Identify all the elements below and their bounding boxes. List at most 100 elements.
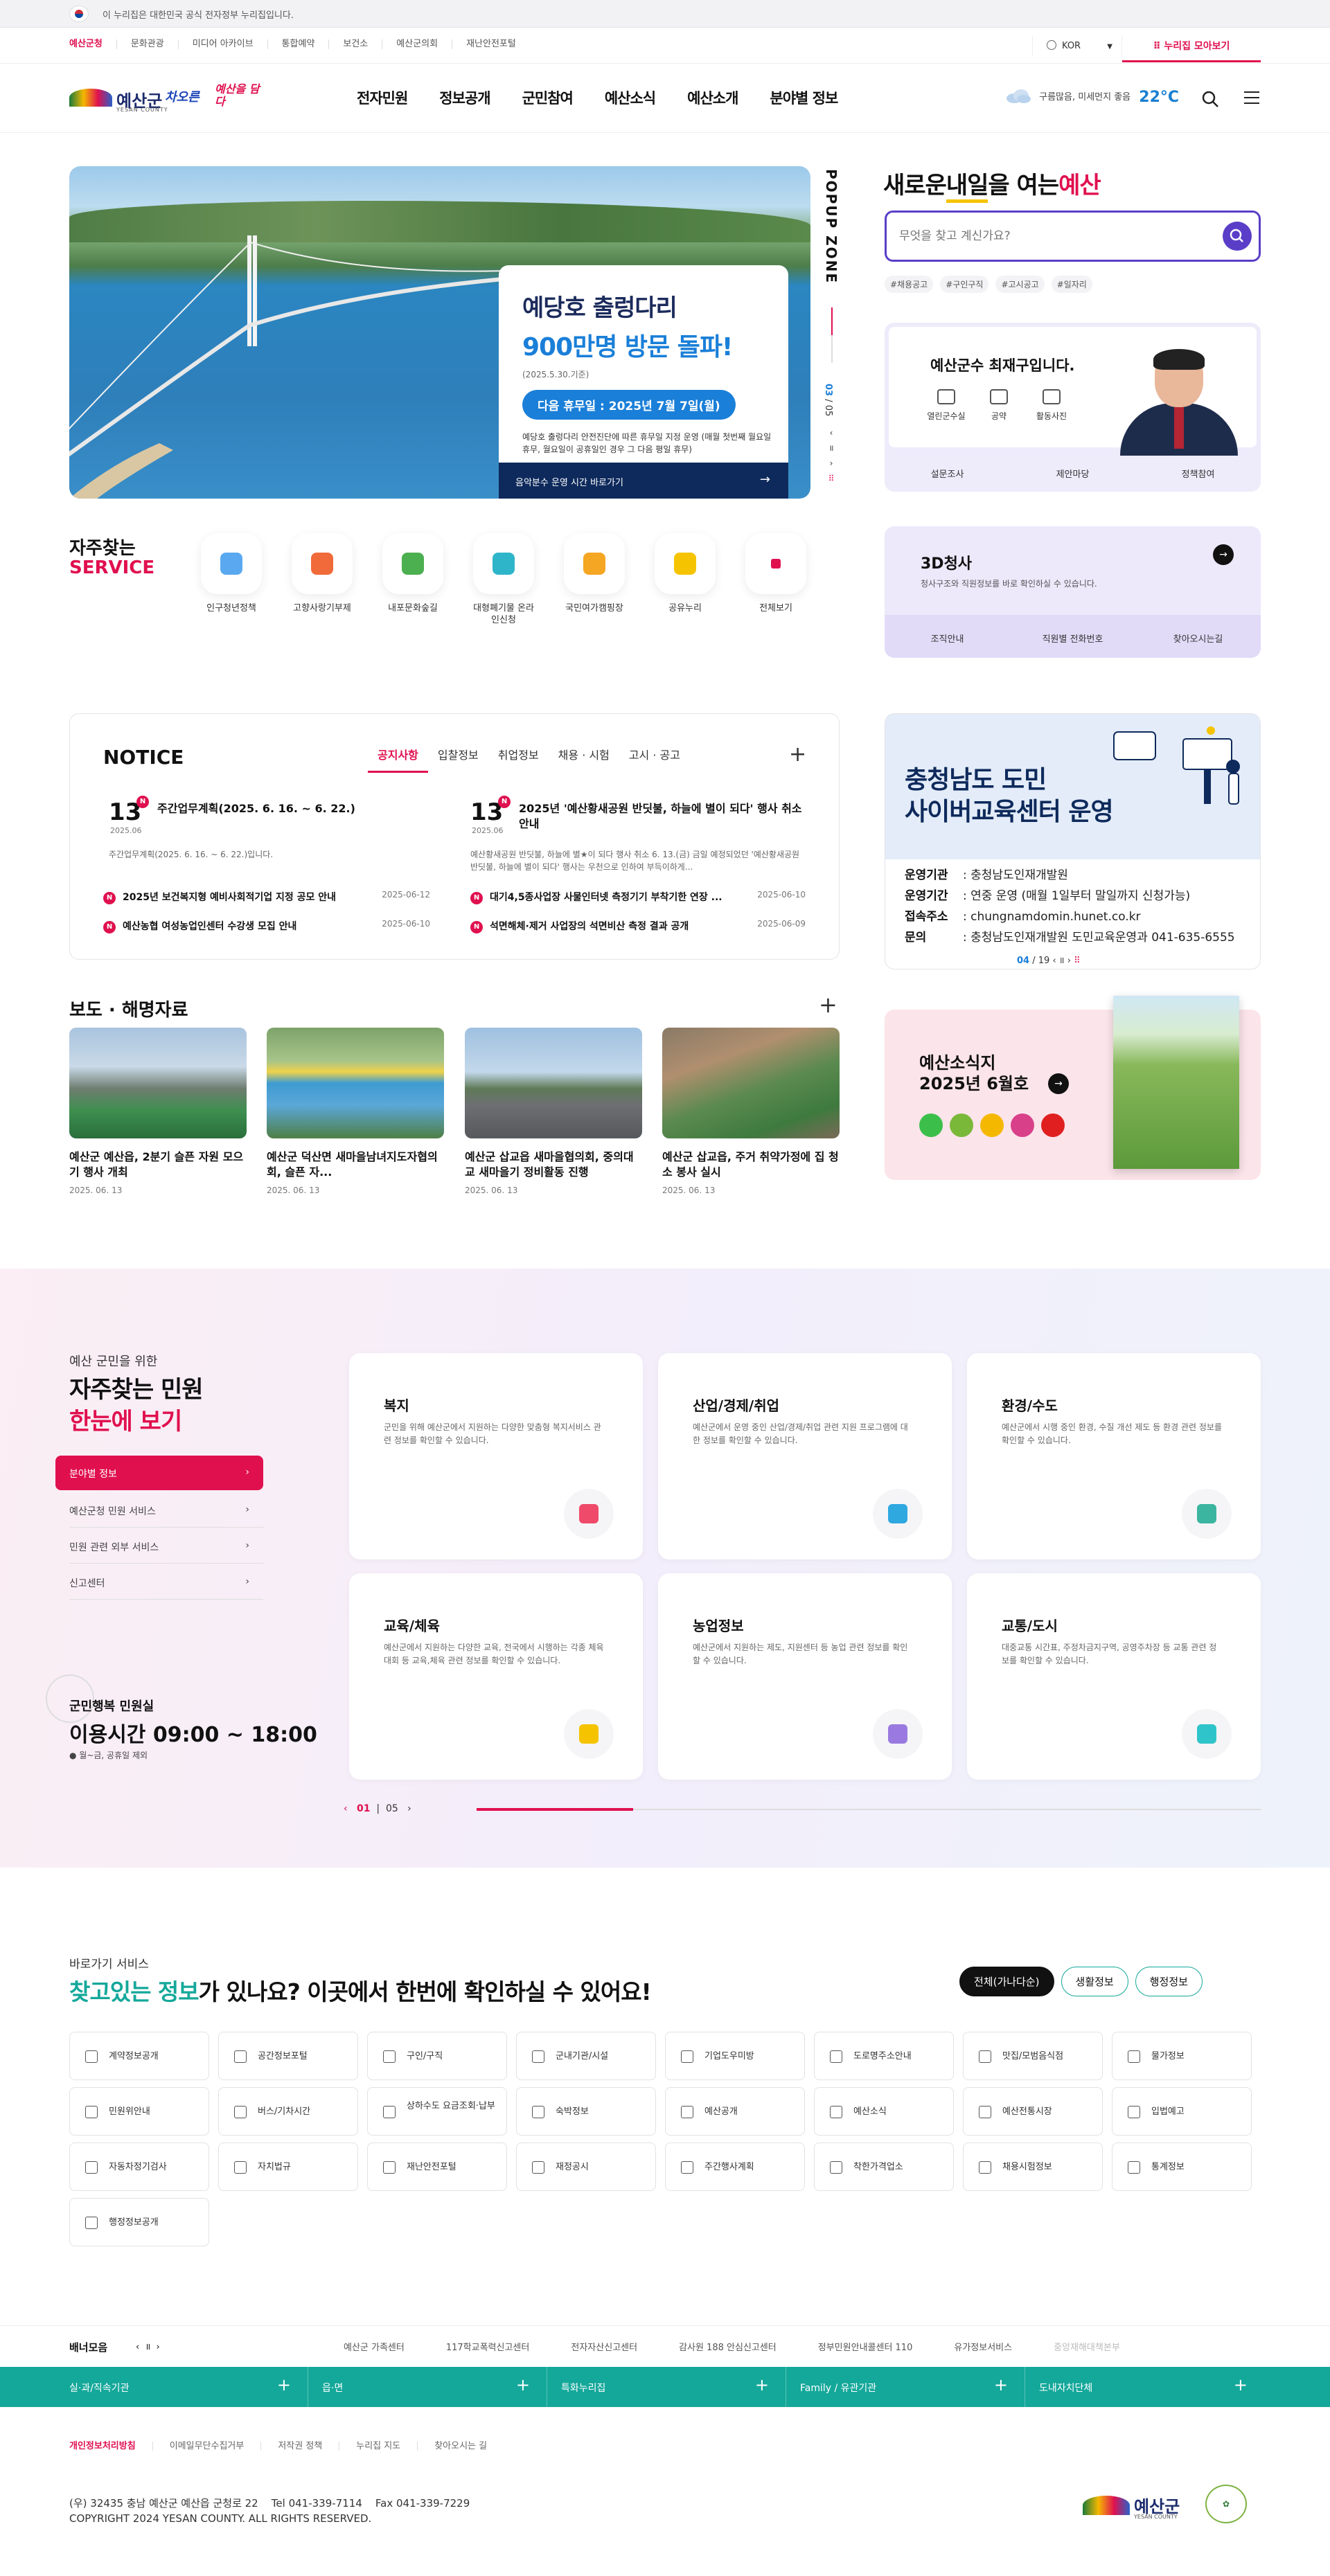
chevron-right-icon[interactable]: ›	[824, 456, 838, 471]
press-item[interactable]: 예산군 덕산면 새마을남녀지도자협의회, 슬픈 자... 2025. 06. 1…	[267, 1028, 444, 1195]
footer-link[interactable]: 누리집 지도	[339, 2442, 417, 2451]
related-sites-dropdown[interactable]: 특화누리집 +	[547, 2367, 786, 2407]
civil-card[interactable]: 복지 군민을 위해 예산군에서 지원하는 다양한 맞춤형 복지서비스 관련 정보를…	[349, 1353, 643, 1559]
chevron-right-icon[interactable]: ›	[407, 1803, 411, 1814]
civil-menu-selected[interactable]: 분야별 정보 ›	[55, 1456, 263, 1490]
chevron-left-icon[interactable]: ‹	[136, 2342, 139, 2352]
service-item[interactable]: 인구청년정책	[201, 533, 262, 626]
footer-link[interactable]: 개인정보처리방침	[69, 2442, 152, 2451]
chevron-left-icon[interactable]: ‹	[1052, 956, 1056, 966]
quick-link-item[interactable]: 예산공개	[665, 2087, 805, 2136]
quick-link-item[interactable]: 재난안전포털	[367, 2143, 507, 2191]
nav-item-news[interactable]: 예산소식	[605, 87, 656, 108]
quick-link-item[interactable]: 버스/기차시간	[218, 2087, 358, 2136]
arrow-right-icon[interactable]: →	[1048, 1073, 1069, 1094]
util-link[interactable]: 예산군청	[69, 39, 116, 49]
search-input[interactable]	[899, 226, 1204, 246]
quick-link-item[interactable]: 물가정보	[1112, 2032, 1252, 2080]
util-link[interactable]: 통합예약	[267, 39, 329, 49]
quick-link-item[interactable]: 착한가격업소	[814, 2143, 954, 2191]
service-item[interactable]: 대형폐기물 온라인신청	[473, 533, 534, 626]
quick-link-item[interactable]: 통계정보	[1112, 2143, 1252, 2191]
civil-menu-item[interactable]: 예산군청 민원 서비스 ›	[69, 1492, 263, 1528]
hamburger-menu-icon[interactable]	[1244, 91, 1259, 105]
site-logo[interactable]: 예산군 YESAN COUNTY 차오른 예산을 담다	[69, 82, 263, 115]
notice-row[interactable]: N 예산농협 여성농업인센터 수강생 모집 안내 2025-06-10	[103, 919, 430, 934]
quick-link-item[interactable]: 기업도우미방	[665, 2032, 805, 2080]
plus-icon[interactable]: +	[819, 992, 837, 1018]
instagram-icon[interactable]	[1011, 1113, 1034, 1137]
related-sites-dropdown[interactable]: 읍·면 +	[308, 2367, 547, 2407]
nav-item-info-disclosure[interactable]: 정보공개	[439, 87, 490, 108]
quick-link-item[interactable]: 자동차정기검사	[69, 2143, 209, 2191]
quick-link-item[interactable]: 자치법규	[218, 2143, 358, 2191]
civil-card[interactable]: 환경/수도 예산군에서 시행 중인 환경, 수질 개선 제도 등 환경 관련 정보…	[967, 1353, 1261, 1559]
quick-link-item[interactable]: 입법예고	[1112, 2087, 1252, 2136]
quick-link-item[interactable]: 계약정보공개	[69, 2032, 209, 2080]
quick-link-item[interactable]: 공간정보포털	[218, 2032, 358, 2080]
service-item[interactable]: 공유누리	[655, 533, 716, 626]
quick-link-item[interactable]: 맛집/모범음식점	[963, 2032, 1103, 2080]
civil-card[interactable]: 교통/도시 대중교통 시간표, 주정차금지구역, 공영주차장 등 교통 관련 정보…	[967, 1573, 1261, 1780]
nav-item-field-info[interactable]: 분야별 정보	[770, 87, 838, 108]
filter-all-button[interactable]: 전체(가나다순)	[959, 1967, 1054, 1996]
quick-link-item[interactable]: 상하수도 요금조회·납부	[367, 2087, 507, 2136]
civil-menu-item[interactable]: 신고센터 ›	[69, 1564, 263, 1600]
filter-admin-button[interactable]: 행정정보	[1135, 1967, 1203, 1996]
quick-link-item[interactable]: 민원위안내	[69, 2087, 209, 2136]
civil-card[interactable]: 산업/경제/취업 예산군에서 운영 중인 산업/경제/취업 관련 지원 프로그램에…	[658, 1353, 952, 1559]
banner-item[interactable]: 전자자산신고센터	[571, 2340, 637, 2353]
tab-notice[interactable]: 공지사항	[368, 746, 428, 773]
search-tag[interactable]: #고시공고	[995, 276, 1045, 293]
youtube-icon[interactable]	[1041, 1113, 1065, 1137]
language-select[interactable]: KOR ▼	[1032, 36, 1122, 55]
civil-card[interactable]: 농업정보 예산군에서 지원하는 제도, 지원센터 등 농업 관련 정보를 확인할 …	[658, 1573, 952, 1780]
search-tag[interactable]: #채용공고	[885, 276, 934, 293]
press-item[interactable]: 예산군 삽교읍 새마을협의회, 중의대교 새마을기 정비활동 진행 2025. …	[465, 1028, 642, 1195]
nav-item-about[interactable]: 예산소개	[687, 87, 738, 108]
grid-icon[interactable]: ⠿	[824, 471, 838, 486]
util-link[interactable]: 미디어 아카이브	[177, 39, 267, 49]
governor-link[interactable]: 제안마당	[1010, 451, 1135, 492]
cyber-education-banner[interactable]: 충청남도 도민 사이버교육센터 운영 운영기관: 충청남도인재개발원 운영기간:…	[885, 713, 1261, 969]
pause-icon[interactable]: ॥	[145, 2342, 150, 2352]
quick-link-item[interactable]: 구인/구직	[367, 2032, 507, 2080]
service-item[interactable]: 전체보기	[745, 533, 806, 626]
banner-item[interactable]: 유가정보서비스	[954, 2340, 1012, 2353]
quick-link-item[interactable]: 주간행사계획	[665, 2143, 805, 2191]
civil-card[interactable]: 교육/체육 예산군에서 지원하는 다양한 교육, 전국에서 시행하는 각종 체육대…	[349, 1573, 643, 1780]
quick-link-item[interactable]: 재정공시	[516, 2143, 656, 2191]
nav-item-e-civil[interactable]: 전자민원	[357, 87, 408, 108]
arrow-right-icon[interactable]: →	[1213, 544, 1234, 565]
press-item[interactable]: 예산군 삽교읍, 주거 취약가정에 집 청소 봉사 실시 2025. 06. 1…	[662, 1028, 840, 1195]
quick-link-item[interactable]: 행정정보공개	[69, 2198, 209, 2246]
popup-link-bar[interactable]: 음악분수 운영 시간 바로가기 →	[499, 463, 788, 499]
quick-link-item[interactable]: 예산소식	[814, 2087, 954, 2136]
footer-link[interactable]: 이메일무단수집거부	[152, 2442, 261, 2451]
tab-announcement[interactable]: 고시 · 공고	[619, 746, 690, 773]
press-item[interactable]: 예산군 예산읍, 2분기 슬픈 자원 모으기 행사 개최 2025. 06. 1…	[69, 1028, 247, 1195]
governor-link[interactable]: 정책참여	[1135, 451, 1261, 492]
filter-life-button[interactable]: 생활정보	[1061, 1967, 1128, 1996]
3d-office-link[interactable]: 직원별 전화번호	[1010, 615, 1135, 658]
all-sites-button[interactable]: ⠿ 누리집 모아보기	[1122, 28, 1261, 62]
quick-link-item[interactable]: 도로명주소안내	[814, 2032, 954, 2080]
service-item[interactable]: 고향사랑기부제	[292, 533, 353, 626]
footer-link[interactable]: 찾아오시는 길	[417, 2442, 504, 2451]
quick-link-item[interactable]: 숙박정보	[516, 2087, 656, 2136]
notice-row[interactable]: N 대기4,5종사업장 사물인터넷 측정기기 부착기한 연장 ... 2025-06…	[470, 890, 806, 905]
quick-link-item[interactable]: 군내기관/시설	[516, 2032, 656, 2080]
related-sites-dropdown[interactable]: 도내자치단체 +	[1025, 2367, 1264, 2407]
notice-row[interactable]: N 2025년 보건복지형 예비사회적기업 지정 공모 안내 2025-06-12	[103, 890, 430, 905]
util-link[interactable]: 보건소	[328, 39, 382, 49]
related-sites-dropdown[interactable]: 실·과/직속기관 +	[69, 2367, 308, 2407]
tab-bid[interactable]: 입찰정보	[428, 746, 488, 773]
3d-office-link[interactable]: 찾아오시는길	[1135, 615, 1261, 658]
kakao-icon[interactable]	[980, 1113, 1004, 1137]
governor-quick-link[interactable]: 공약	[977, 389, 1020, 422]
util-link[interactable]: 예산군의회	[382, 39, 452, 49]
util-link[interactable]: 문화관광	[116, 39, 178, 49]
banner-item[interactable]: 117학교폭력신고센터	[446, 2340, 530, 2353]
quick-link-item[interactable]: 채용시험정보	[963, 2143, 1103, 2191]
band-icon[interactable]	[950, 1113, 973, 1137]
